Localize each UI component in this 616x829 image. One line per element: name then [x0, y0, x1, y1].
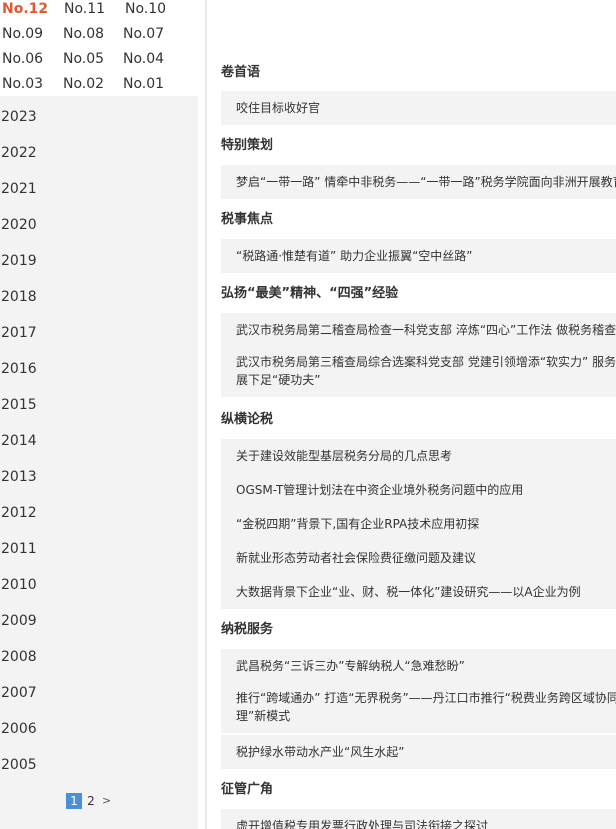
- issue-link-no10[interactable]: No.10: [125, 0, 166, 18]
- issue-link-no05[interactable]: No.05: [63, 50, 104, 68]
- section-title: 特别策划: [221, 138, 274, 153]
- issue-link-no08[interactable]: No.08: [63, 25, 104, 43]
- year-link[interactable]: 2011: [1, 540, 37, 558]
- article-link[interactable]: 虚开增值税专用发票行政处理与司法衔接之探讨: [221, 809, 616, 829]
- issue-link-no11[interactable]: No.11: [64, 0, 105, 18]
- article-title: 咬住目标收好官: [236, 101, 321, 115]
- article-title: “金税四期”背景下,国有企业RPA技术应用初探: [236, 517, 480, 531]
- article-link[interactable]: 武昌税务“三诉三办”专解纳税人“急难愁盼”: [221, 649, 616, 683]
- article-title: 武汉市税务局第二稽查局检查一科党支部 淬炼“四心”工作法 做税务稽查”: [236, 323, 616, 337]
- year-link[interactable]: 2013: [1, 468, 37, 486]
- article-title: 新就业形态劳动者社会保险费征缴问题及建议: [236, 551, 477, 565]
- article-link[interactable]: 武汉市税务局第二稽查局检查一科党支部 淬炼“四心”工作法 做税务稽查”: [221, 313, 616, 347]
- year-link[interactable]: 2019: [1, 252, 37, 270]
- article-link[interactable]: 咬住目标收好官: [221, 91, 616, 125]
- article-link[interactable]: 武汉市税务局第三稽查局综合选案科党支部 党建引领增添“软实力” 服务发展下足“硬…: [221, 347, 616, 397]
- article-link[interactable]: “税路通·惟楚有道” 助力企业振翼“空中丝路”: [221, 239, 616, 273]
- next-page-icon[interactable]: >: [102, 793, 111, 809]
- article-link[interactable]: “金税四期”背景下,国有企业RPA技术应用初探: [221, 507, 616, 541]
- year-link[interactable]: 2018: [1, 288, 37, 306]
- article-title: 税护绿水带动水产业“风生水起”: [236, 745, 405, 759]
- article-link[interactable]: 推行“跨域通办” 打造“无界税务”——丹江口市推行“税费业务跨区域协同办理”新模…: [221, 683, 616, 733]
- article-title: 武汉市税务局第三稽查局综合选案科党支部 党建引领增添“软实力” 服务发展下足“硬…: [236, 355, 616, 387]
- year-link[interactable]: 2006: [1, 720, 37, 738]
- year-link[interactable]: 2008: [1, 648, 37, 666]
- article-link[interactable]: 新就业形态劳动者社会保险费征缴问题及建议: [221, 541, 616, 575]
- year-link[interactable]: 2016: [1, 360, 37, 378]
- issue-link-no04[interactable]: No.04: [123, 50, 164, 68]
- section-title: 税事焦点: [221, 212, 274, 227]
- year-link[interactable]: 2010: [1, 576, 37, 594]
- year-link[interactable]: 2012: [1, 504, 37, 522]
- issue-link-no06[interactable]: No.06: [2, 50, 43, 68]
- issue-navigation-panel: No.12 No.11 No.10 No.09 No.08 No.07 No.0…: [0, 0, 198, 829]
- issue-link-no09[interactable]: No.09: [2, 25, 43, 43]
- article-link[interactable]: OGSM-T管理计划法在中资企业境外税务问题中的应用: [221, 473, 616, 507]
- page-current[interactable]: 1: [66, 793, 82, 809]
- article-title: 关于建设效能型基层税务分局的几点思考: [236, 449, 453, 463]
- article-title: 虚开增值税专用发票行政处理与司法衔接之探讨: [236, 819, 489, 829]
- year-link[interactable]: 2005: [1, 756, 37, 774]
- article-title: 武昌税务“三诉三办”专解纳税人“急难愁盼”: [236, 659, 465, 673]
- section-title: 弘扬“最美”精神、“四强”经验: [221, 286, 399, 301]
- issue-link-no07[interactable]: No.07: [123, 25, 164, 43]
- table-of-contents: 卷首语 咬住目标收好官 特别策划 梦启“一带一路” 情牵中非税务——“一带一路”…: [207, 0, 616, 829]
- year-link[interactable]: 2017: [1, 324, 37, 342]
- issue-link-no12[interactable]: No.12: [2, 0, 48, 18]
- article-link[interactable]: 大数据背景下企业“业、财、税一体化”建设研究——以A企业为例: [221, 575, 616, 609]
- issue-link-no01[interactable]: No.01: [123, 75, 164, 93]
- page-link[interactable]: 2: [84, 793, 98, 809]
- article-title: “税路通·惟楚有道” 助力企业振翼“空中丝路”: [236, 249, 473, 263]
- article-link[interactable]: 梦启“一带一路” 情牵中非税务——“一带一路”税务学院面向非洲开展教育: [221, 165, 616, 199]
- article-title: OGSM-T管理计划法在中资企业境外税务问题中的应用: [236, 483, 524, 497]
- year-link[interactable]: 2022: [1, 144, 37, 162]
- year-link[interactable]: 2007: [1, 684, 37, 702]
- article-title: 梦启“一带一路” 情牵中非税务——“一带一路”税务学院面向非洲开展教育: [236, 175, 616, 189]
- year-link[interactable]: 2020: [1, 216, 37, 234]
- issue-link-no02[interactable]: No.02: [63, 75, 104, 93]
- article-title: 推行“跨域通办” 打造“无界税务”——丹江口市推行“税费业务跨区域协同办理”新模…: [236, 691, 616, 723]
- section-title: 纵横论税: [221, 412, 274, 427]
- year-link[interactable]: 2021: [1, 180, 37, 198]
- pagination: 1 2 >: [66, 793, 111, 809]
- section-title: 征管广角: [221, 782, 274, 797]
- year-link[interactable]: 2015: [1, 396, 37, 414]
- year-link[interactable]: 2014: [1, 432, 37, 450]
- article-link[interactable]: 税护绿水带动水产业“风生水起”: [221, 735, 616, 769]
- issue-link-no03[interactable]: No.03: [2, 75, 43, 93]
- article-title: 大数据背景下企业“业、财、税一体化”建设研究——以A企业为例: [236, 585, 581, 599]
- issue-grid: No.12 No.11 No.10 No.09 No.08 No.07 No.0…: [0, 0, 198, 96]
- section-title: 卷首语: [221, 65, 261, 80]
- year-link[interactable]: 2023: [1, 108, 37, 126]
- article-link[interactable]: 关于建设效能型基层税务分局的几点思考: [221, 439, 616, 473]
- section-title: 纳税服务: [221, 622, 274, 637]
- year-link[interactable]: 2009: [1, 612, 37, 630]
